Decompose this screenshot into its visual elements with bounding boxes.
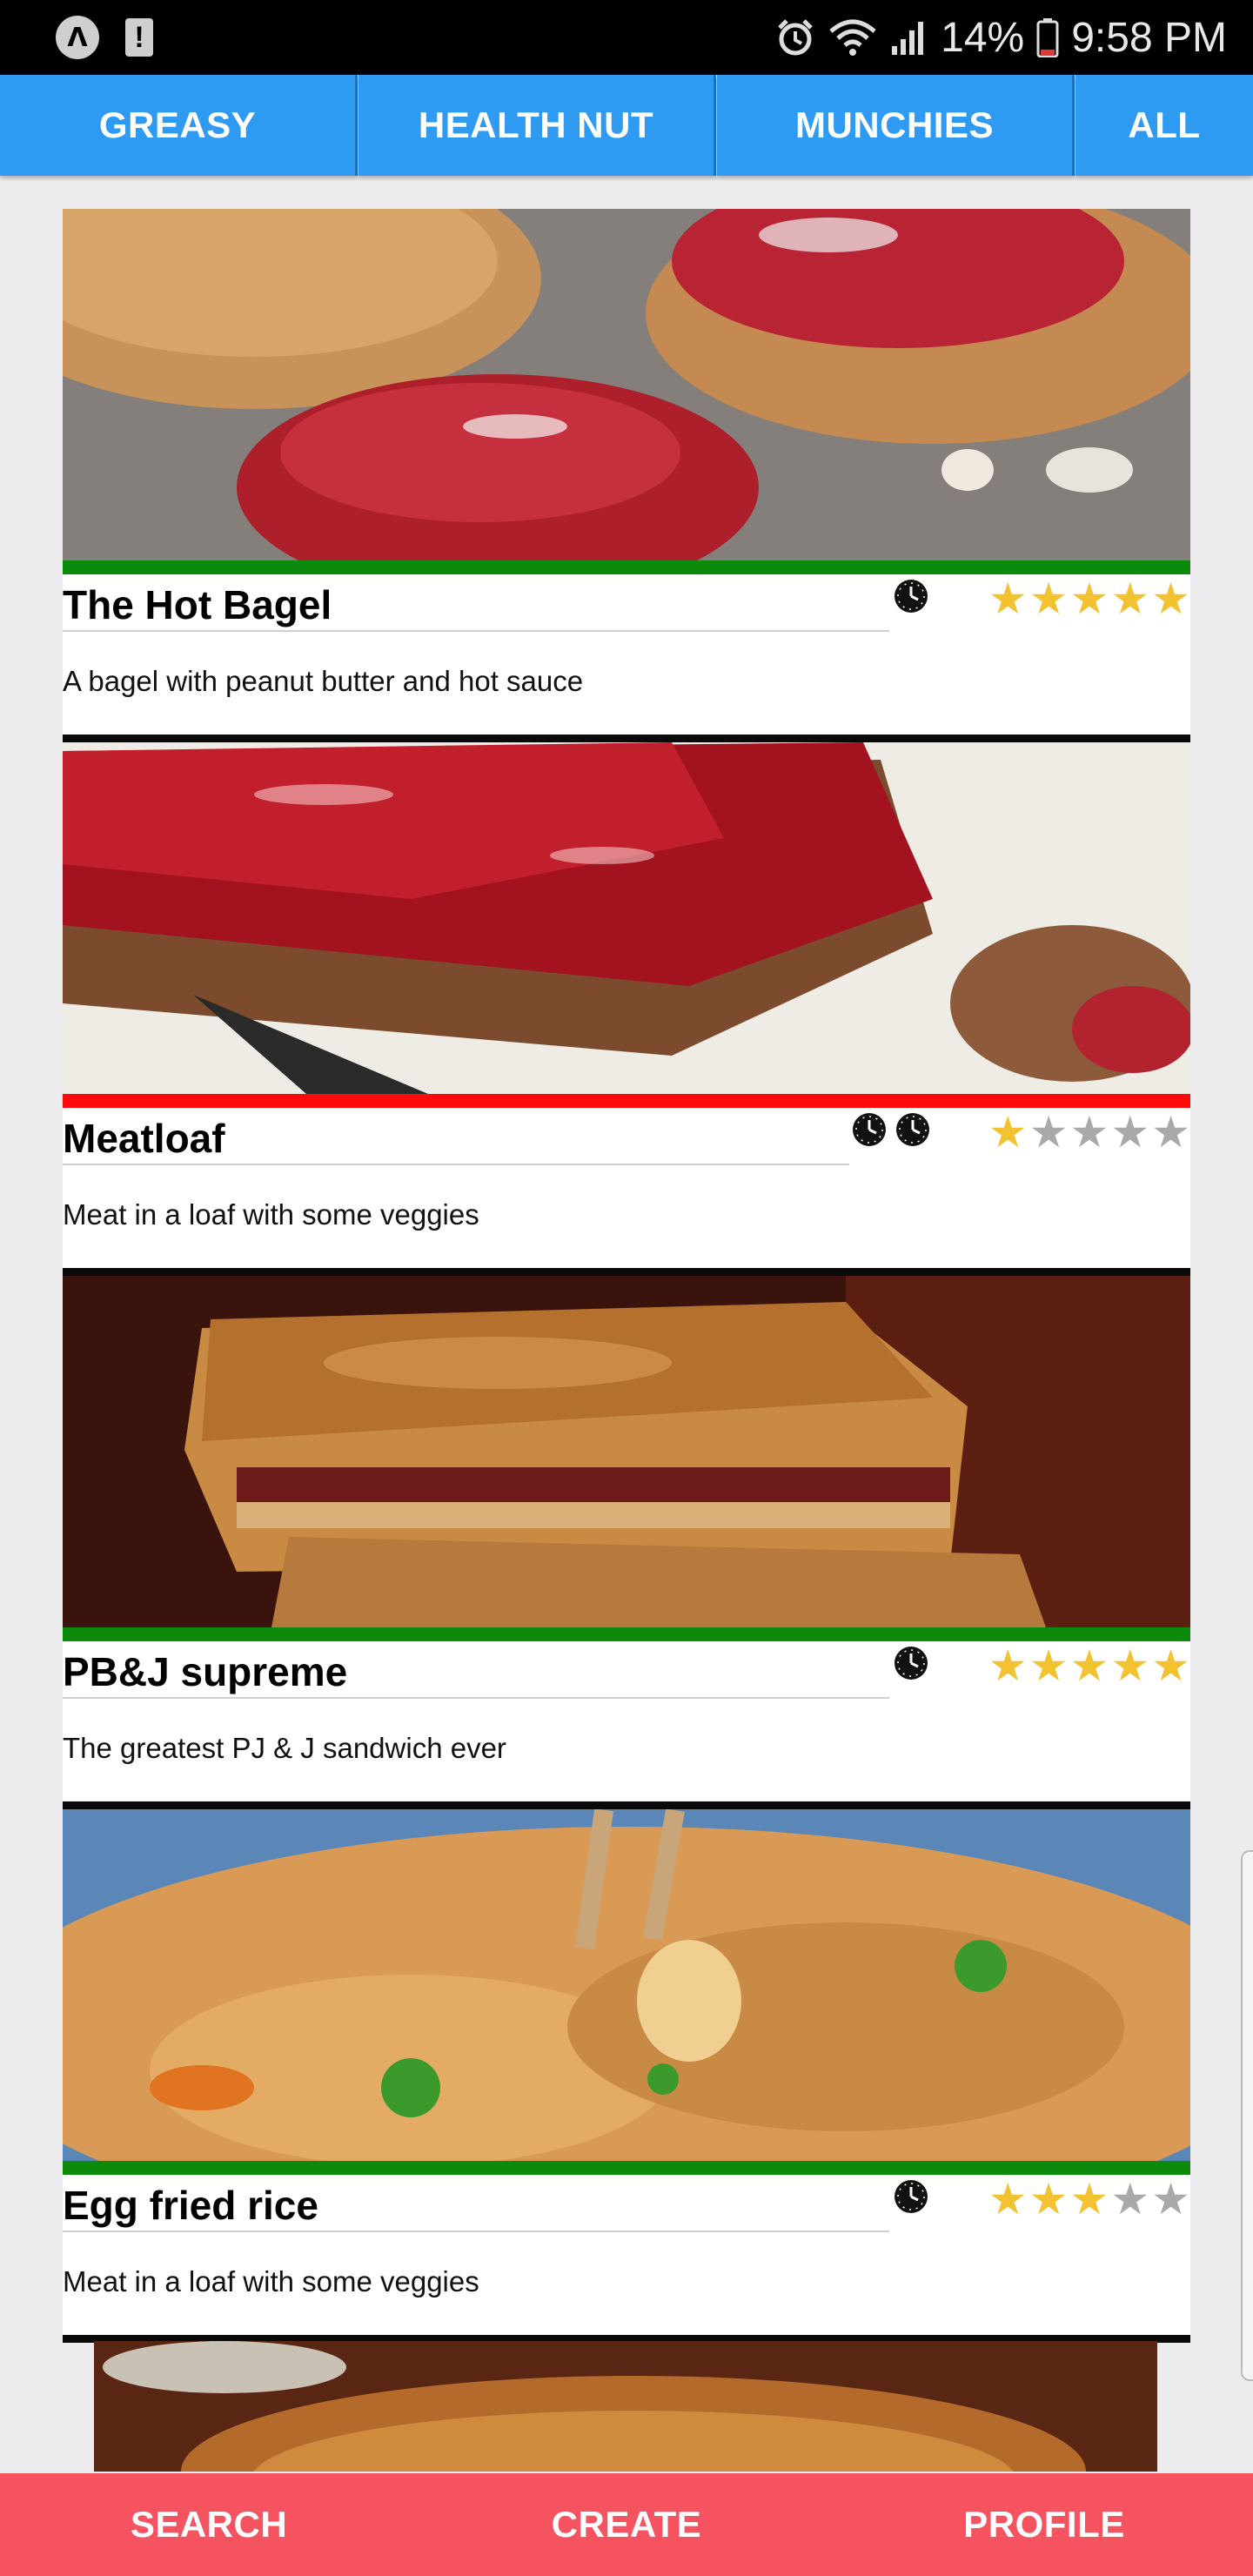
rating-stars: ★ ★ ★ ★ ★ — [988, 2177, 1190, 2222]
create-button[interactable]: CREATE — [418, 2473, 835, 2576]
tab-munchies[interactable]: MUNCHIES — [717, 75, 1075, 176]
recipe-description: A bagel with peanut butter and hot sauce — [63, 665, 584, 697]
status-bar: Λ ! 14% 9:58 PM — [0, 0, 1253, 75]
card-separator — [63, 1801, 1190, 1809]
time-indicator — [893, 578, 929, 614]
difficulty-bar — [63, 1627, 1190, 1641]
time-indicator — [893, 2178, 929, 2215]
star-icon: ★ — [1151, 574, 1190, 624]
title-divider — [63, 1697, 889, 1699]
wifi-icon — [829, 19, 876, 56]
tab-greasy[interactable]: GREASY — [0, 75, 358, 176]
recipe-title: The Hot Bagel — [63, 582, 332, 627]
star-icon: ★ — [1029, 1640, 1069, 1691]
recipe-card[interactable]: Egg fried rice ★ ★ ★ ★ ★ Meat in a loaf … — [63, 1809, 1190, 2343]
star-icon: ★ — [1069, 574, 1109, 624]
star-icon: ★ — [1029, 2174, 1069, 2224]
star-icon: ★ — [1151, 1640, 1190, 1691]
alarm-icon — [778, 19, 813, 56]
profile-button[interactable]: PROFILE — [835, 2473, 1253, 2576]
title-divider — [63, 1164, 849, 1165]
scroll-handle[interactable] — [1241, 1850, 1253, 2381]
difficulty-bar — [63, 560, 1190, 574]
app-notification-icon: Λ — [56, 16, 99, 59]
star-icon: ★ — [1110, 2174, 1150, 2224]
clock-icon — [853, 1113, 886, 1146]
rating-stars: ★ ★ ★ ★ ★ — [988, 1643, 1190, 1688]
star-icon: ★ — [1069, 1107, 1109, 1157]
card-separator — [63, 1268, 1190, 1276]
tab-health-nut[interactable]: HEALTH NUT — [358, 75, 716, 176]
recipe-title: Egg fried rice — [63, 2183, 318, 2228]
recipe-card[interactable]: Meatloaf ★ ★ ★ ★ ★ Meat in a loaf with s… — [63, 742, 1190, 1276]
search-button[interactable]: SEARCH — [0, 2473, 418, 2576]
title-divider — [63, 2231, 889, 2232]
recipe-feed: The Hot Bagel ★ ★ ★ ★ ★ A bagel with pea… — [63, 209, 1190, 2343]
clock-time: 9:58 PM — [1071, 14, 1227, 61]
tab-all[interactable]: ALL — [1075, 75, 1253, 176]
recipe-card-peek[interactable] — [94, 2341, 1157, 2472]
star-icon: ★ — [1151, 2174, 1190, 2224]
star-icon: ★ — [1151, 1107, 1190, 1157]
star-icon: ★ — [988, 2174, 1028, 2224]
star-icon: ★ — [1110, 1640, 1150, 1691]
recipe-image — [63, 742, 1190, 1094]
star-icon: ★ — [1029, 1107, 1069, 1157]
recipe-title: PB&J supreme — [63, 1649, 348, 1694]
clock-icon — [895, 1647, 928, 1680]
time-indicator — [893, 1645, 929, 1681]
difficulty-bar — [63, 2161, 1190, 2175]
time-indicator — [851, 1111, 931, 1148]
clock-icon — [895, 580, 928, 613]
star-icon: ★ — [988, 1107, 1028, 1157]
signal-icon — [892, 22, 924, 55]
star-icon: ★ — [1069, 1640, 1109, 1691]
bottom-navigation: SEARCH CREATE PROFILE — [0, 2473, 1253, 2576]
alert-notification-icon: ! — [125, 18, 153, 57]
star-icon: ★ — [988, 1640, 1028, 1691]
recipe-card[interactable]: PB&J supreme ★ ★ ★ ★ ★ The greatest PJ &… — [63, 1276, 1190, 1809]
card-separator — [63, 735, 1190, 742]
recipe-image — [63, 1809, 1190, 2161]
star-icon: ★ — [1110, 574, 1150, 624]
battery-icon — [1036, 18, 1059, 57]
clock-icon — [895, 2180, 928, 2213]
recipe-card[interactable]: The Hot Bagel ★ ★ ★ ★ ★ A bagel with pea… — [63, 209, 1190, 742]
star-icon: ★ — [988, 574, 1028, 624]
star-icon: ★ — [1029, 574, 1069, 624]
recipe-description: Meat in a loaf with some veggies — [63, 1198, 479, 1231]
recipe-description: Meat in a loaf with some veggies — [63, 2265, 479, 2298]
star-icon: ★ — [1069, 2174, 1109, 2224]
title-divider — [63, 630, 889, 632]
star-icon: ★ — [1110, 1107, 1150, 1157]
recipe-image — [63, 209, 1190, 560]
recipe-description: The greatest PJ & J sandwich ever — [63, 1732, 506, 1764]
category-tabs: GREASY HEALTH NUT MUNCHIES ALL — [0, 75, 1253, 178]
recipe-title: Meatloaf — [63, 1116, 225, 1161]
recipe-image — [63, 1276, 1190, 1627]
battery-percent: 14% — [941, 14, 1025, 61]
rating-stars: ★ ★ ★ ★ ★ — [988, 576, 1190, 621]
clock-icon — [896, 1113, 929, 1146]
rating-stars: ★ ★ ★ ★ ★ — [988, 1110, 1190, 1155]
difficulty-bar — [63, 1094, 1190, 1108]
